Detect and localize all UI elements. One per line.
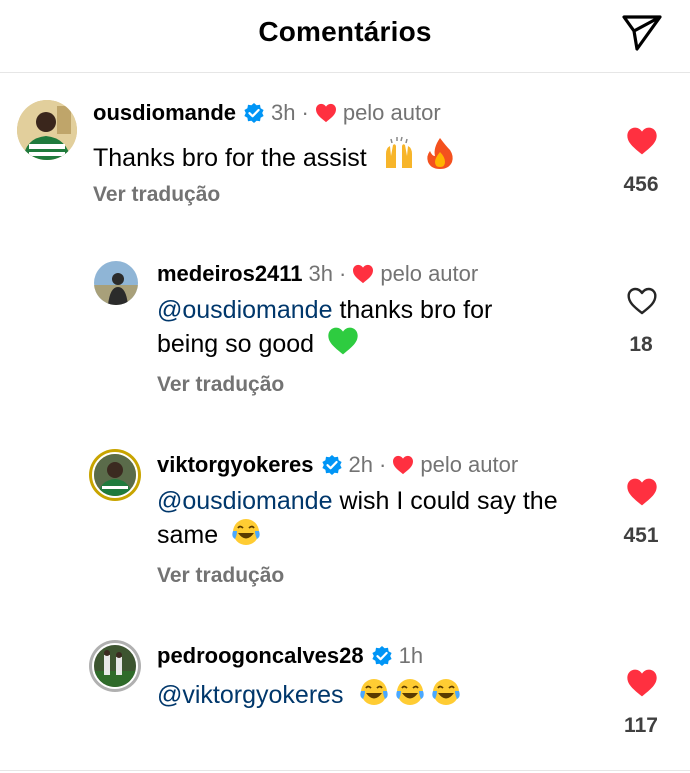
avatar[interactable] xyxy=(94,261,138,305)
green-heart-emoji-icon xyxy=(328,327,358,355)
separator-dot: · xyxy=(379,452,387,477)
author-liked-heart-icon xyxy=(315,103,336,123)
like-heart-outline-icon[interactable] xyxy=(626,286,658,316)
verified-badge-icon xyxy=(321,455,342,475)
comment-time: 1h xyxy=(398,643,424,668)
comment-text-content: thanks bro for xyxy=(332,296,493,324)
avatar[interactable] xyxy=(89,640,141,692)
comment-text-content: wish I could say the xyxy=(332,487,558,515)
comment-text: Thanks bro for the assist xyxy=(93,136,455,174)
comment-username[interactable]: medeiros2411 xyxy=(157,261,303,287)
comment-time: 2h xyxy=(348,452,374,477)
author-liked-label: pelo autor xyxy=(380,261,479,286)
comment-username[interactable]: pedroogoncalves28 xyxy=(157,643,364,669)
like-heart-icon[interactable] xyxy=(626,477,658,507)
send-icon[interactable] xyxy=(621,14,663,52)
author-liked-label: pelo autor xyxy=(342,100,441,125)
avatar-photo xyxy=(17,100,77,160)
comment-text: @viktorgyokeres xyxy=(157,677,461,711)
separator-dot: · xyxy=(339,261,347,286)
avatar-photo xyxy=(94,261,138,305)
comment-text: @ousdiomande wish I could say the same xyxy=(157,486,558,551)
raising-hands-emoji-icon xyxy=(385,136,412,168)
like-count: 451 xyxy=(623,524,659,547)
mention-link[interactable]: @ousdiomande xyxy=(157,487,333,515)
author-liked-heart-icon xyxy=(393,455,414,475)
comment-text-content: being so good xyxy=(157,330,315,358)
comment-username[interactable]: ousdiomande xyxy=(93,100,236,126)
mention-link[interactable]: @ousdiomande xyxy=(157,296,333,324)
author-liked-label: pelo autor xyxy=(420,452,519,477)
comment-text-content: same xyxy=(157,521,219,549)
page-title: Comentários xyxy=(258,16,432,47)
comments-header: Comentários xyxy=(0,0,690,73)
see-translation-link[interactable]: Ver tradução xyxy=(157,564,284,588)
separator-dot: · xyxy=(301,100,309,125)
verified-badge-icon xyxy=(244,103,264,123)
see-translation-link[interactable]: Ver tradução xyxy=(93,183,220,207)
see-translation-link[interactable]: Ver tradução xyxy=(157,373,284,397)
comment-text-content: Thanks bro for the assist xyxy=(93,144,367,172)
mention-link[interactable]: @viktorgyokeres xyxy=(157,681,344,709)
verified-badge-icon xyxy=(372,646,392,666)
laughing-tears-emoji-icon xyxy=(431,679,460,705)
comment-time: 3h xyxy=(271,100,296,125)
like-count: 18 xyxy=(629,333,653,356)
comment-time: 3h xyxy=(308,261,334,286)
author-liked-heart-icon xyxy=(353,264,374,284)
laughing-tears-emoji-icon xyxy=(395,679,424,705)
like-heart-icon[interactable] xyxy=(626,126,658,156)
laughing-tears-emoji-icon xyxy=(232,519,260,545)
avatar[interactable] xyxy=(89,449,141,501)
like-count: 117 xyxy=(624,714,658,737)
divider xyxy=(0,770,690,771)
avatar[interactable] xyxy=(17,100,77,160)
comment-username[interactable]: viktorgyokeres xyxy=(157,452,314,478)
comment-text: @ousdiomande thanks bro for being so goo… xyxy=(157,295,492,360)
avatar-photo xyxy=(94,645,136,687)
like-count: 456 xyxy=(623,173,659,196)
avatar-photo xyxy=(94,454,136,496)
like-heart-icon[interactable] xyxy=(626,668,658,698)
fire-emoji-icon xyxy=(426,138,453,169)
laughing-tears-emoji-icon xyxy=(359,679,388,705)
